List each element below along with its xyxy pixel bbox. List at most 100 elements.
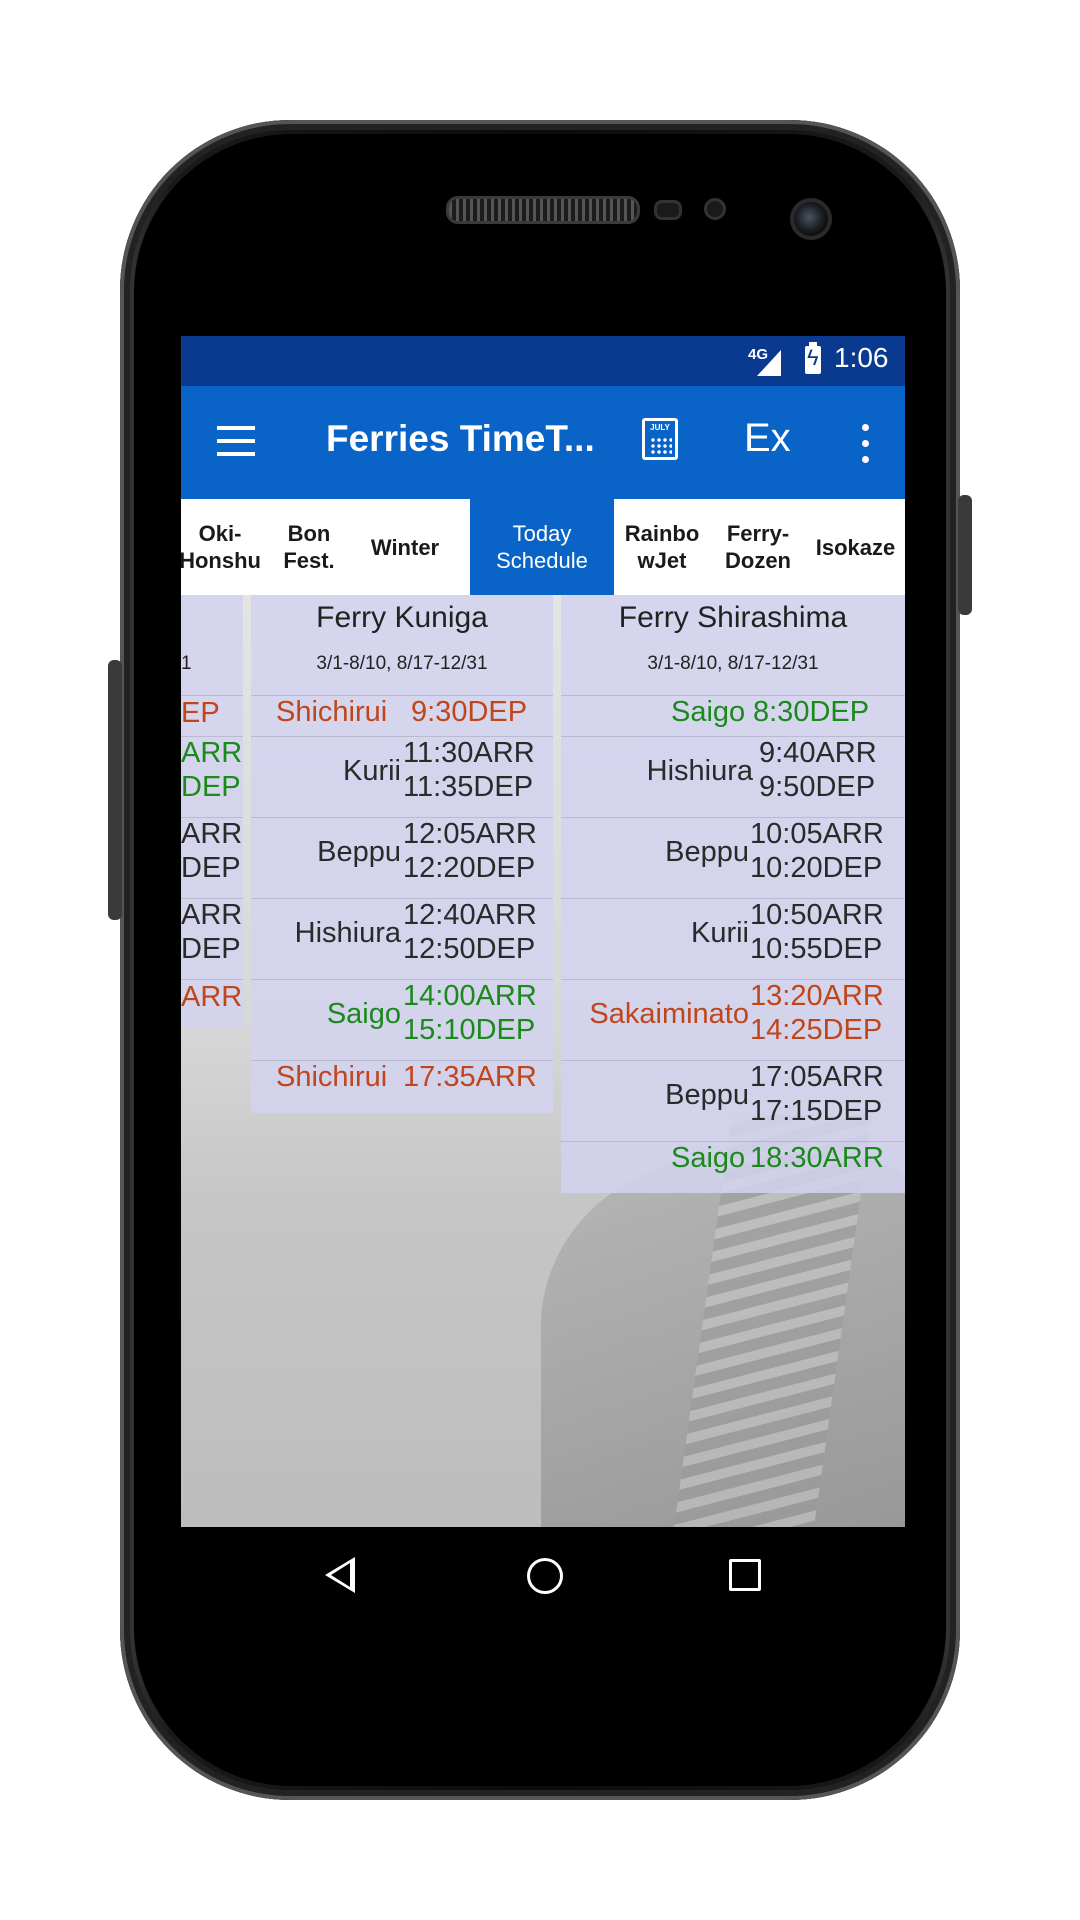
ferry-dates: 3/1-8/10, 8/17-12/31: [316, 653, 488, 674]
timetable-row: Saigo 18:30ARR: [561, 1141, 905, 1192]
calendar-month: JULY: [650, 423, 670, 432]
time-entry: ARR: [181, 899, 243, 931]
tab-bon-fest[interactable]: Bon Fest.: [261, 499, 357, 595]
time-entry: 11:35DEP: [403, 771, 534, 803]
ferry-name: Ferry Kuniga: [316, 601, 488, 634]
tab-oki-honshu[interactable]: Oki- Honshu: [181, 499, 261, 595]
volume-button: [108, 660, 122, 920]
port-name: Kurii: [342, 755, 401, 787]
timetable-row: Hishiura 9:40ARR 9:50DEP: [561, 736, 905, 817]
timetable-row: Kurii 10:50ARR 10:55DEP: [561, 898, 905, 979]
port-name: Beppu: [665, 1079, 749, 1111]
time-entry: 8:30DEP: [753, 696, 870, 728]
light-sensor: [704, 198, 726, 220]
back-icon[interactable]: [325, 1557, 355, 1593]
time-entry: 10:20DEP: [750, 852, 883, 884]
tab-winter[interactable]: Winter: [357, 499, 453, 595]
time-entry: EP: [181, 697, 220, 729]
ferry-column-partial: 1 EP ARR DEP ARR DEP ARR DEP ARR: [181, 595, 243, 1027]
timetable-row: Beppu 10:05ARR 10:20DEP: [561, 817, 905, 898]
time-entry: 14:25DEP: [750, 1014, 883, 1046]
time-entry: DEP: [181, 771, 241, 803]
tab-ferry-dozen[interactable]: Ferry- Dozen: [710, 499, 806, 595]
port-name: Saigo: [671, 1142, 746, 1174]
proximity-sensor: [654, 200, 682, 220]
port-name: Hishiura: [646, 755, 753, 787]
hamburger-menu-icon[interactable]: [217, 426, 255, 456]
ferry-column-kuniga: Ferry Kuniga 3/1-8/10, 8/17-12/31 Shichi…: [251, 595, 553, 1113]
earpiece-speaker: [446, 196, 640, 224]
time-entry: 15:10DEP: [403, 1014, 536, 1046]
timetable-row: Hishiura 12:40ARR 12:50DEP: [251, 898, 553, 979]
ferry-dates: 3/1-8/10, 8/17-12/31: [647, 653, 819, 674]
app-bar: Ferries TimeT... JULY Ex: [181, 386, 905, 499]
timetable-row: ARR DEP: [181, 736, 243, 817]
time-entry: ARR: [181, 818, 243, 850]
status-bar: 4G ϟ 1:06: [181, 336, 905, 386]
recent-apps-icon[interactable]: [729, 1559, 761, 1591]
timetable-row: EP: [181, 695, 243, 736]
ferry-column-shirashima: Ferry Shirashima 3/1-8/10, 8/17-12/31 Sa…: [561, 595, 905, 1193]
port-name: Saigo: [326, 998, 401, 1030]
calendar-icon[interactable]: JULY: [642, 418, 678, 460]
time-entry: DEP: [181, 852, 241, 884]
time-entry: 10:55DEP: [750, 933, 883, 965]
time-entry: 13:20ARR: [750, 980, 884, 1012]
time-entry: 9:30DEP: [411, 696, 528, 728]
time-entry: 10:50ARR: [750, 899, 884, 931]
time-entry: 10:05ARR: [750, 818, 884, 850]
port-name: Sakaiminato: [589, 998, 749, 1030]
port-name: Beppu: [665, 836, 749, 868]
time-entry: 9:40ARR: [759, 737, 877, 769]
time-entry: 12:50DEP: [403, 933, 536, 965]
timetable-row: Saigo 8:30DEP: [561, 695, 905, 736]
port-name: Shichirui: [276, 1061, 388, 1093]
time-entry: 12:20DEP: [403, 852, 536, 884]
time-entry: 17:15DEP: [750, 1095, 883, 1127]
time-entry: 18:30ARR: [750, 1142, 884, 1174]
port-name: Hishiura: [294, 917, 401, 949]
time-entry: 11:30ARR: [403, 737, 535, 769]
timetable-row: Saigo 14:00ARR 15:10DEP: [251, 979, 553, 1060]
timetable-row: ARR DEP: [181, 817, 243, 898]
ferry-dates: 1: [181, 653, 192, 674]
port-name: Saigo: [671, 696, 746, 728]
ex-button[interactable]: Ex: [744, 416, 791, 461]
time-entry: 12:05ARR: [403, 818, 537, 850]
front-camera: [790, 198, 832, 240]
tab-today-schedule[interactable]: Today Schedule: [470, 499, 614, 595]
screen: 4G ϟ 1:06 Ferries TimeT... JULY Ex Oki- …: [181, 336, 905, 1624]
power-button: [958, 495, 972, 615]
timetable-row: ARR: [181, 979, 243, 1026]
timetable-row: Sakaiminato 13:20ARR 14:25DEP: [561, 979, 905, 1060]
navigation-bar: [181, 1527, 905, 1624]
ferry-name: Ferry Shirashima: [618, 601, 848, 634]
timetable-row: Kurii 11:30ARR 11:35DEP: [251, 736, 553, 817]
timetable-row: Shichirui 9:30DEP: [251, 695, 553, 736]
time-entry: ARR: [181, 737, 243, 769]
time-entry: DEP: [181, 933, 241, 965]
charging-icon: ϟ: [807, 345, 819, 370]
timetable-row: Beppu 17:05ARR 17:15DEP: [561, 1060, 905, 1141]
timetable-row: Beppu 12:05ARR 12:20DEP: [251, 817, 553, 898]
home-icon[interactable]: [527, 1558, 563, 1594]
port-name: Kurii: [690, 917, 749, 949]
time-entry: 17:05ARR: [750, 1061, 884, 1093]
status-time: 1:06: [834, 342, 889, 373]
timetable-row: Shichirui 17:35ARR: [251, 1060, 553, 1111]
tab-bar: Oki- Honshu Bon Fest. Winter Today Sched…: [181, 499, 905, 595]
app-title: Ferries TimeT...: [326, 418, 595, 459]
schedule-content[interactable]: 1 EP ARR DEP ARR DEP ARR DEP ARR Ferry K…: [181, 595, 905, 1527]
port-name: Beppu: [317, 836, 401, 868]
time-entry: 9:50DEP: [759, 771, 876, 803]
tab-rainbow-jet[interactable]: Rainbo wJet: [614, 499, 710, 595]
more-options-icon[interactable]: [862, 424, 870, 464]
time-entry: 17:35ARR: [403, 1061, 537, 1093]
tab-isokaze[interactable]: Isokaze: [806, 499, 905, 595]
calendar-grid: [650, 437, 672, 455]
time-entry: 14:00ARR: [403, 980, 537, 1012]
timetable-row: ARR DEP: [181, 898, 243, 979]
signal-icon: [757, 350, 781, 376]
time-entry: 12:40ARR: [403, 899, 537, 931]
time-entry: ARR: [181, 981, 243, 1013]
